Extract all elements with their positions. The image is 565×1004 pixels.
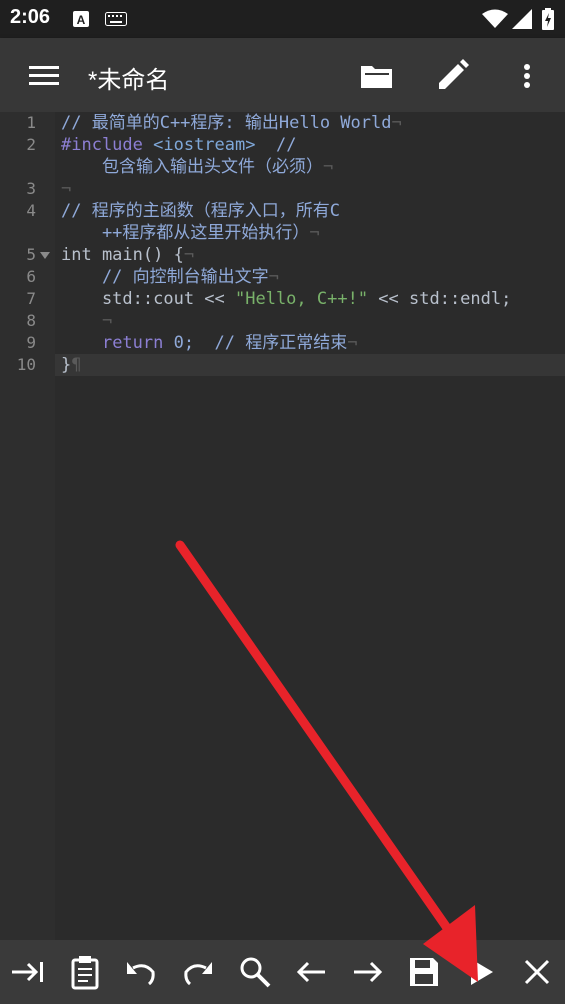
code-text: }	[61, 355, 72, 375]
code-editor[interactable]: 1 2 3 4 5 6 7 8 9 10 // 最简单的C++程序: 输出Hel…	[0, 112, 565, 940]
comment: //	[255, 135, 297, 155]
left-arrow-icon[interactable]	[293, 954, 329, 990]
code-text: << std::endl;	[368, 289, 512, 309]
keyboard-icon	[105, 12, 127, 26]
more-vert-icon[interactable]	[507, 56, 547, 96]
wifi-icon	[482, 9, 508, 28]
code-text: std::cout <<	[61, 289, 235, 309]
comment: // 程序的主函数（程序入口，所有C	[61, 201, 340, 221]
comment: 包含输入输出头文件（必须）	[61, 157, 323, 177]
keyword: return	[101, 333, 164, 353]
string-literal: "Hello, C++!"	[235, 289, 369, 309]
include-header: <iostream>	[153, 135, 256, 155]
line-end-marker: ¬	[309, 223, 320, 243]
comment: // 向控制台输出文字	[61, 267, 269, 287]
line-number: 4	[26, 201, 36, 220]
code-line: ¬	[61, 310, 112, 332]
line-end-marker: ¬	[347, 333, 358, 353]
line-end-marker: ¬	[101, 311, 113, 331]
pencil-icon[interactable]	[432, 56, 472, 96]
status-time: 2:06	[10, 6, 51, 28]
code-line: std::cout << "Hello, C++!" << std::endl;	[61, 288, 511, 310]
document-title: *未命名	[88, 67, 170, 94]
line-number: 8	[26, 311, 36, 330]
right-arrow-icon[interactable]	[350, 954, 386, 990]
run-icon[interactable]	[463, 954, 499, 990]
code-line: // 程序的主函数（程序入口，所有C	[61, 200, 340, 222]
comment: ++程序都从这里开始执行）	[61, 223, 310, 243]
paste-icon[interactable]	[67, 954, 103, 990]
accessibility-icon: A	[73, 11, 89, 27]
code-line: return 0; // 程序正常结束¬	[61, 332, 358, 354]
line-number: 1	[26, 113, 36, 132]
line-number: 5	[26, 245, 36, 264]
code-line: // 最简单的C++程序: 输出Hello World¬	[61, 112, 402, 134]
close-icon[interactable]	[519, 954, 555, 990]
line-end-marker: ¬	[391, 113, 402, 133]
status-bar: 2:06 A	[0, 0, 565, 38]
comment: 0; // 程序正常结束	[163, 333, 348, 353]
folder-icon[interactable]	[357, 56, 397, 96]
line-number-gutter: 1 2 3 4 5 6 7 8 9 10	[0, 112, 55, 940]
code-line: }¶	[61, 354, 82, 376]
undo-icon[interactable]	[123, 954, 159, 990]
comment: // 最简单的C++程序: 输出Hello World	[61, 113, 392, 133]
code-text: int main() {	[61, 245, 184, 265]
line-end-marker: ¬	[322, 157, 334, 177]
line-number: 6	[26, 267, 36, 286]
code-line: #include <iostream> //	[61, 134, 296, 156]
line-number: 9	[26, 333, 36, 352]
search-icon[interactable]	[237, 954, 273, 990]
code-area[interactable]: // 最简单的C++程序: 输出Hello World¬ #include <i…	[61, 112, 565, 420]
line-end-marker: ¬	[268, 267, 279, 287]
line-number: 2	[26, 135, 36, 154]
menu-icon[interactable]	[24, 56, 64, 96]
line-end-marker: ¬	[183, 245, 195, 265]
code-line: int main() {¬	[61, 244, 194, 266]
code-line: ¬	[61, 178, 71, 200]
signal-icon	[512, 9, 532, 29]
app-bar: *未命名	[0, 38, 565, 112]
battery-icon	[542, 8, 554, 30]
code-line-wrapped: ++程序都从这里开始执行）¬	[61, 222, 320, 244]
include-directive: #include	[61, 135, 154, 155]
save-icon[interactable]	[406, 954, 442, 990]
fold-toggle-icon[interactable]	[40, 252, 50, 260]
line-number: 7	[26, 289, 36, 308]
code-line-wrapped: 包含输入输出头文件（必须）¬	[61, 156, 333, 178]
tab-icon[interactable]	[10, 954, 46, 990]
line-number: 10	[16, 355, 36, 374]
paragraph-marker: ¶	[71, 355, 82, 375]
line-number: 3	[26, 179, 36, 198]
svg-text:A: A	[77, 13, 86, 27]
code-line: // 向控制台输出文字¬	[61, 266, 279, 288]
redo-icon[interactable]	[180, 954, 216, 990]
line-end-marker: ¬	[61, 179, 72, 199]
bottom-toolbar	[0, 940, 565, 1004]
